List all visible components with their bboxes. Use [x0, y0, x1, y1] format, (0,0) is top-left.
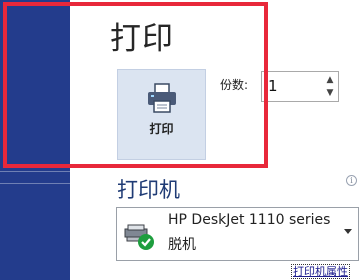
chevron-up-icon[interactable]: ▲ — [325, 75, 335, 85]
printer-section-heading: 打印机 — [117, 178, 180, 202]
printer-offline-icon — [124, 224, 154, 250]
chevron-down-icon[interactable] — [344, 229, 352, 234]
sidebar-divider — [0, 183, 70, 184]
copies-stepper[interactable]: 1 ▲ ▼ — [261, 71, 339, 102]
sidebar-divider — [0, 171, 70, 172]
print-backstage: 打印 打印 份数: 1 ▲ ▼ 打印机 i HP DeskJet 1110 se… — [0, 0, 360, 280]
info-icon[interactable]: i — [346, 175, 357, 186]
red-highlight-frame — [3, 2, 268, 168]
printer-properties-link[interactable]: 打印机属性 — [291, 264, 350, 279]
chevron-down-icon[interactable]: ▼ — [325, 88, 335, 98]
copies-value[interactable]: 1 — [268, 77, 278, 95]
printer-dropdown[interactable]: HP DeskJet 1110 series 脱机 — [116, 207, 359, 261]
printer-name: HP DeskJet 1110 series — [168, 212, 331, 228]
printer-status: 脱机 — [168, 237, 196, 253]
